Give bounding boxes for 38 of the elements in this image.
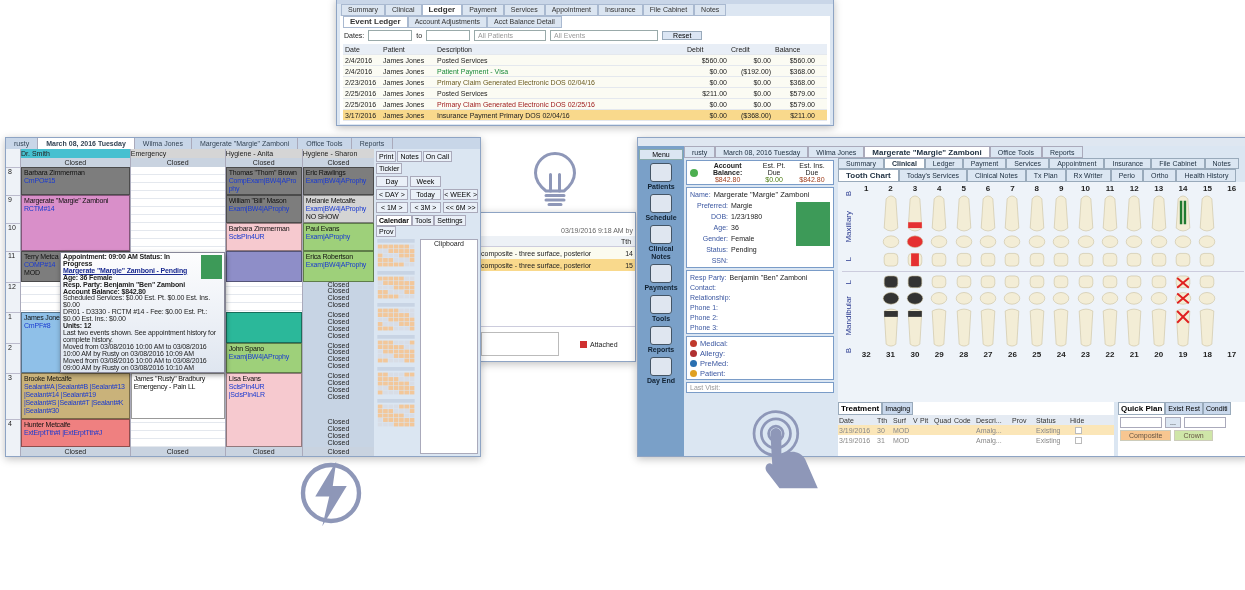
tooth-number: 15 — [1203, 184, 1212, 193]
tooth-number: 25 — [1032, 350, 1042, 359]
tooth-number: 31 — [886, 350, 895, 359]
tooth-number: 22 — [1105, 350, 1115, 359]
tooth-number: 5 — [961, 184, 966, 193]
tooth-number: 17 — [1227, 350, 1237, 359]
tooth-number: 7 — [1010, 184, 1015, 193]
tooth-number: 24 — [1056, 350, 1066, 359]
tooth-number: 8 — [1034, 184, 1040, 193]
tooth-number: 20 — [1154, 350, 1164, 359]
tooth-number: 1 — [863, 184, 869, 193]
tooth-number: 2 — [888, 184, 893, 193]
tooth-number: 23 — [1081, 350, 1090, 359]
tooth-number: 3 — [912, 184, 918, 193]
tooth-number: 6 — [985, 184, 991, 193]
tooth-number: 14 — [1178, 184, 1188, 193]
tooth-number: 21 — [1129, 350, 1139, 359]
tooth-number: 26 — [1008, 350, 1017, 359]
arch-label: Maxillary — [843, 211, 853, 243]
arch-label: L — [843, 279, 853, 285]
tooth-number: 19 — [1178, 350, 1188, 359]
tooth-number: 18 — [1203, 350, 1212, 359]
tooth-number: 4 — [937, 184, 942, 193]
tooth-number: 32 — [861, 350, 871, 359]
arch-label: L — [843, 257, 853, 262]
tooth-number: 13 — [1154, 184, 1164, 193]
arch-label: B — [843, 347, 853, 354]
tooth-number: 12 — [1129, 184, 1139, 193]
tooth-number: 28 — [959, 350, 969, 359]
tooth-number: 30 — [910, 350, 920, 359]
tooth-number: 9 — [1058, 184, 1064, 193]
tooth-number: 29 — [934, 350, 944, 359]
tooth-number: 16 — [1227, 184, 1237, 193]
tooth-number: 10 — [1081, 184, 1090, 193]
tooth-number: 27 — [983, 350, 993, 359]
arch-label: B — [843, 191, 853, 197]
tooth-number: 11 — [1105, 184, 1115, 193]
arch-label: Mandibular — [843, 296, 853, 336]
